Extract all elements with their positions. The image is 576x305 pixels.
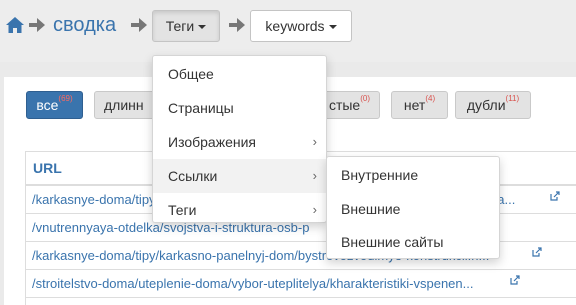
chevron-right-icon: › xyxy=(312,202,317,217)
filter-label: стые xyxy=(328,97,361,113)
filter-count: (69) xyxy=(58,94,73,103)
filter-label: дубли xyxy=(466,97,506,113)
filter-label: длинн xyxy=(104,97,144,113)
breadcrumb-current[interactable]: сводка xyxy=(53,11,116,39)
links-submenu: Внутренние Внешние Внешние сайты xyxy=(326,156,500,259)
filter-count: (11) xyxy=(505,94,520,103)
submenu-item-label: Внешние сайты xyxy=(341,234,444,250)
submenu-item-external[interactable]: Внешние xyxy=(327,192,499,226)
tags-dropdown-button[interactable]: Теги xyxy=(152,10,220,42)
filter-count: (4) xyxy=(425,94,436,103)
menu-item-label: Изображения xyxy=(168,134,256,150)
caret-down-icon xyxy=(328,25,337,30)
filter-label: все xyxy=(36,97,59,113)
tags-button-label: Теги xyxy=(165,18,195,34)
keywords-button-label: keywords xyxy=(265,18,325,34)
external-link-icon[interactable] xyxy=(532,247,542,257)
chevron-right-icon: › xyxy=(312,168,317,183)
filter-duplicates-button[interactable]: дубли(11) xyxy=(455,91,531,119)
caret-down-icon xyxy=(198,25,207,30)
filter-label: нет xyxy=(403,97,426,113)
submenu-item-external-sites[interactable]: Внешние сайты xyxy=(327,225,499,259)
menu-item-images[interactable]: Изображения › xyxy=(153,125,326,159)
url-column-header[interactable]: URL xyxy=(33,160,62,176)
table-row: /stroitelstvo-doma/uteplenie-doma/vybor-… xyxy=(26,270,576,298)
arrow-right-icon xyxy=(29,18,45,32)
filter-all-button[interactable]: все(69) xyxy=(26,91,83,119)
url-link[interactable]: /stroitelstvo-doma/uteplenie-doma/vybor-… xyxy=(32,276,473,291)
submenu-item-label: Внутренние xyxy=(341,167,419,183)
menu-item-label: Страницы xyxy=(168,100,234,116)
filter-count: (0) xyxy=(360,94,370,103)
chevron-right-icon: › xyxy=(312,134,317,149)
tags-dropdown-menu: Общее Страницы Изображения › Ссылки › Теги… xyxy=(152,55,327,223)
submenu-item-internal[interactable]: Внутренние xyxy=(327,158,499,192)
submenu-item-label: Внешние xyxy=(341,201,401,217)
arrow-right-icon xyxy=(131,18,147,32)
arrow-right-icon xyxy=(229,18,245,32)
menu-item-label: Ссылки xyxy=(168,168,218,184)
menu-item-links[interactable]: Ссылки › xyxy=(153,159,326,193)
menu-item-tags[interactable]: Теги › xyxy=(153,193,326,227)
filter-none-button[interactable]: нет(4) xyxy=(391,91,448,119)
external-link-icon[interactable] xyxy=(510,275,520,285)
menu-item-general[interactable]: Общее xyxy=(153,57,326,91)
menu-item-label: Теги xyxy=(168,202,197,218)
keywords-dropdown-button[interactable]: keywords xyxy=(250,10,352,42)
home-icon[interactable] xyxy=(5,15,25,35)
menu-item-label: Общее xyxy=(168,66,214,82)
breadcrumb-bar: сводка Теги keywords xyxy=(0,0,576,62)
menu-item-pages[interactable]: Страницы xyxy=(153,91,326,125)
external-link-icon[interactable] xyxy=(550,191,560,201)
